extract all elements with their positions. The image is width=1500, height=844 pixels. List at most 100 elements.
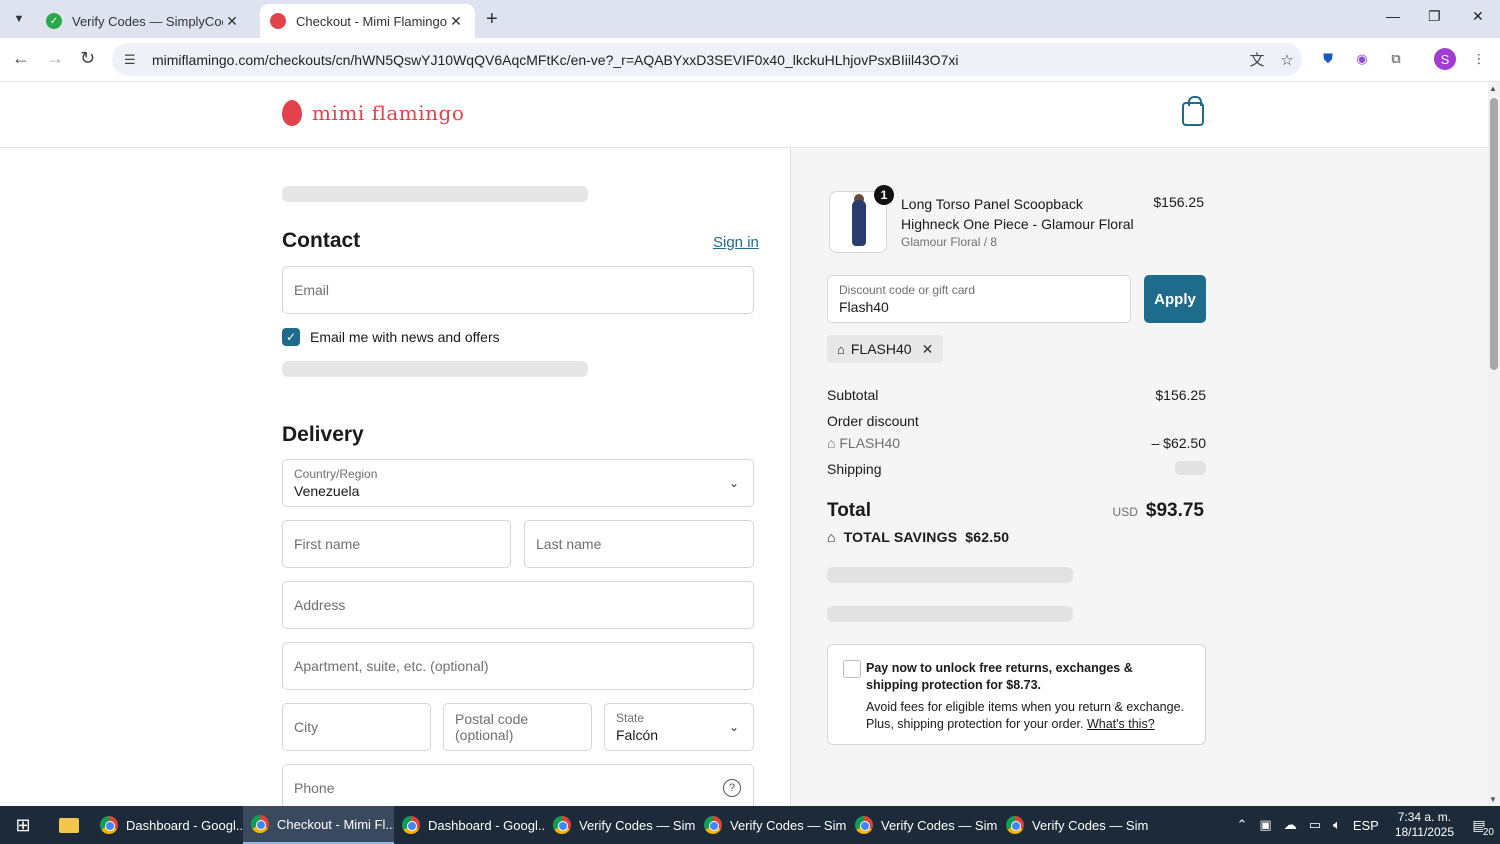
whats-this-link[interactable]: What's this? [1087,717,1155,731]
clock[interactable]: 7:34 a. m. 18/11/2025 [1395,810,1454,840]
windows-start-icon[interactable]: ⊞ [0,806,46,844]
clock-time: 7:34 a. m. [1397,810,1452,824]
tab-verify-codes[interactable]: ✓ Verify Codes — SimplyCodes ✕ [36,4,251,38]
chrome-icon [855,816,873,834]
apply-button[interactable]: Apply [1144,275,1206,323]
profile-avatar[interactable]: S [1434,48,1456,70]
scroll-down-icon[interactable]: ▼ [1489,795,1497,804]
simplycodes-icon: ✓ [46,13,62,29]
country-select[interactable]: Country/Region Venezuela ⌄ [282,459,754,507]
bookmark-star-icon[interactable]: ☆ [1272,51,1302,69]
menu-kebab-icon[interactable]: ⋮ [1468,48,1490,70]
tag-icon: ⌂ [837,341,845,357]
page-scrollbar[interactable]: ▲ ▼ [1488,82,1500,806]
first-name-placeholder: First name [294,536,361,552]
logo-text: mimi flamingo [312,101,465,125]
protection-checkbox[interactable] [843,660,861,678]
notification-count: 20 [1482,826,1494,838]
sign-in-link[interactable]: Sign in [713,234,759,251]
tab-checkout[interactable]: Checkout - Mimi Flamingo ✕ [260,4,475,38]
chevron-down-icon: ⌄ [728,720,739,734]
discount-code-field[interactable]: Discount code or gift card Flash40 [827,275,1131,323]
subtotal-row: Subtotal $156.25 [827,387,1206,403]
scroll-up-icon[interactable]: ▲ [1489,84,1497,93]
forward-icon[interactable]: → [46,48,64,69]
state-select[interactable]: State Falcón ⌄ [604,703,754,751]
total-label: Total [827,500,871,521]
close-tab-icon[interactable]: ✕ [447,13,465,30]
postal-code-field[interactable]: Postal code (optional) [443,703,592,751]
quantity-badge: 1 [874,185,894,205]
extensions-puzzle-icon[interactable]: ⧉ [1385,48,1407,70]
last-name-field[interactable]: Last name [524,520,754,568]
remove-discount-icon[interactable]: ✕ [922,341,934,358]
checkout-page: mimi flamingo Contact Sign in Email ✓ Em… [0,82,1488,806]
browser-toolbar: ← → ↻ ☰ mimiflamingo.com/checkouts/cn/hW… [0,38,1500,82]
email-field[interactable]: Email [282,266,754,314]
browser-tab-bar: ▼ ✓ Verify Codes — SimplyCodes ✕ Checkou… [0,0,1500,38]
savings-label: TOTAL SAVINGS [843,529,958,545]
newsletter-checkbox-row[interactable]: ✓ Email me with news and offers [282,328,500,346]
city-field[interactable]: City [282,703,431,751]
new-tab-button[interactable]: + [486,8,498,31]
file-explorer-icon[interactable] [46,806,92,844]
flamingo-logo-icon [282,100,302,126]
loading-placeholder [282,186,588,202]
back-icon[interactable]: ← [12,48,30,69]
taskbar-item[interactable]: Verify Codes — Sim... [696,806,847,844]
extension-icon[interactable]: ◉ [1351,48,1373,70]
shipping-row: Shipping [827,461,1206,477]
applied-code: FLASH40 [850,341,912,357]
taskbar-item[interactable]: Verify Codes — Sim... [847,806,998,844]
taskbar-item-label: Dashboard - Googl... [126,817,243,833]
taskbar-item[interactable]: Verify Codes — Sim... [998,806,1149,844]
total-savings: ⌂ TOTAL SAVINGS $62.50 [827,529,1009,545]
address-field[interactable]: Address [282,581,754,629]
taskbar-item[interactable]: Verify Codes — Sim... [545,806,696,844]
network-icon[interactable]: ▭ [1309,817,1321,833]
taskbar-item[interactable]: Checkout - Mimi Fl... [243,806,394,844]
scrollbar-thumb[interactable] [1490,98,1498,370]
apartment-field[interactable]: Apartment, suite, etc. (optional) [282,642,754,690]
total-currency: USD [1112,505,1138,519]
total-amount: USD $93.75 [1113,500,1204,522]
restore-icon[interactable]: ❐ [1428,8,1441,25]
volume-icon[interactable]: 🔈︎ [1333,817,1341,833]
newsletter-checkbox[interactable]: ✓ [282,328,300,346]
chevron-up-icon[interactable]: ⌃ [1237,817,1248,833]
close-tab-icon[interactable]: ✕ [223,13,241,30]
shield-extension-icon[interactable]: ⛊ [1317,48,1339,70]
translate-icon[interactable]: 文 [1242,49,1272,70]
country-label: Country/Region [294,467,378,481]
first-name-field[interactable]: First name [282,520,511,568]
loading-placeholder [282,361,588,377]
taskbar-item-label: Verify Codes — Sim... [881,817,998,833]
tab-title: Checkout - Mimi Flamingo [296,13,447,29]
close-window-icon[interactable]: ✕ [1472,8,1484,25]
shopping-bag-icon[interactable] [1182,96,1204,126]
cloud-icon[interactable]: ☁ [1284,817,1297,833]
site-logo[interactable]: mimi flamingo [282,100,464,126]
chrome-icon [553,816,571,834]
language-indicator[interactable]: ESP [1353,818,1379,833]
taskbar-item[interactable]: Dashboard - Googl... [394,806,545,844]
chrome-icon [1006,816,1024,834]
reload-icon[interactable]: ↻ [80,48,95,69]
help-icon[interactable]: ? [723,779,741,797]
discount-code-text: FLASH40 [839,435,901,451]
phone-field[interactable]: Phone ? [282,764,754,806]
taskbar-item[interactable]: Dashboard - Googl... [92,806,243,844]
notification-center-icon[interactable]: ▤ 20 [1464,817,1494,838]
shipping-label: Shipping [827,461,882,477]
protection-body: Avoid fees for eligible items when you r… [866,699,1196,733]
product-price: $156.25 [1153,194,1204,210]
minimize-icon[interactable]: — [1386,8,1400,24]
tab-search-button[interactable]: ▼ [8,8,30,30]
device-icon[interactable]: ▣ [1259,817,1271,833]
last-name-placeholder: Last name [536,536,602,552]
tab-title: Verify Codes — SimplyCodes [72,13,223,29]
address-bar[interactable]: ☰ mimiflamingo.com/checkouts/cn/hWN5QswY… [112,43,1302,76]
url-text: mimiflamingo.com/checkouts/cn/hWN5QswYJ1… [152,51,959,68]
site-info-icon[interactable]: ☰ [124,52,142,68]
chrome-icon [251,815,269,833]
